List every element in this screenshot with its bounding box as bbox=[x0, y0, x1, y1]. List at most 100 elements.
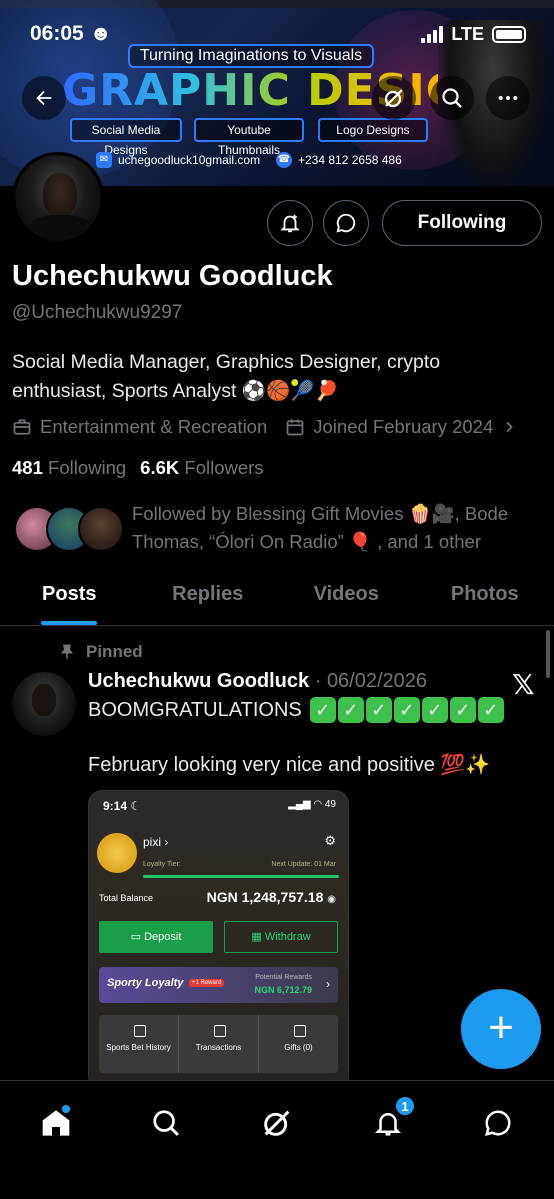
nav-home[interactable] bbox=[36, 1103, 76, 1143]
shot-loyalty-title: Sporty Loyalty bbox=[107, 977, 184, 989]
banner-phone-text: +234 812 2658 486 bbox=[298, 153, 402, 167]
followed-by-avatars[interactable] bbox=[14, 506, 124, 552]
profile-avatar[interactable] bbox=[12, 152, 104, 244]
check-mark-icon: ✓ bbox=[393, 697, 420, 723]
post-image[interactable]: 9:14 ☾ ▂▄▆ ◠ 49 pixi › ⚙ Loyalty Tier: N… bbox=[88, 790, 349, 1090]
chevron-right-icon: › bbox=[326, 977, 330, 991]
follow-counts: 481 Following 6.6K Followers bbox=[12, 457, 264, 479]
back-arrow-icon bbox=[36, 90, 52, 106]
shot-balance-value: NGN 1,248,757.18 ◉ bbox=[206, 889, 336, 905]
search-icon bbox=[153, 1110, 179, 1136]
shot-potential-label: Potential Rewards bbox=[255, 974, 312, 981]
shot-status-right: ▂▄▆ ◠ 49 bbox=[288, 799, 336, 810]
shot-link-gifts: Gifts (0) bbox=[259, 1015, 338, 1073]
profile-name: Uchechukwu Goodluck bbox=[12, 260, 333, 292]
shot-progress-bar bbox=[143, 875, 339, 878]
nav-grok[interactable] bbox=[257, 1103, 297, 1143]
avatar-face bbox=[43, 173, 77, 217]
pinned-label: Pinned bbox=[86, 642, 143, 661]
banner-email: ✉ uchegoodluck10gmail.com bbox=[96, 152, 260, 168]
post-line-2: February looking very nice and positive … bbox=[88, 754, 491, 776]
banner-service-pill: Social Media Designs bbox=[70, 118, 182, 157]
status-time: 06:05 ☻ bbox=[30, 22, 112, 45]
shot-link-bet-history: Sports Bet History bbox=[99, 1015, 179, 1073]
nav-search[interactable] bbox=[146, 1103, 186, 1143]
shot-username: pixi › bbox=[143, 835, 169, 849]
post-author-avatar[interactable] bbox=[12, 672, 76, 736]
post-author-name: Uchechukwu Goodluck bbox=[88, 670, 310, 692]
withdraw-icon: ▦ bbox=[251, 931, 262, 943]
search-icon bbox=[442, 88, 462, 108]
message-button[interactable] bbox=[323, 200, 369, 246]
post-line-1: BOOMGRATULATIONS ✓ ✓ ✓ ✓ ✓ ✓ ✓ bbox=[88, 697, 504, 723]
shot-loyalty-tier: Loyalty Tier: bbox=[143, 861, 181, 868]
tab-videos[interactable]: Videos bbox=[277, 564, 416, 625]
back-button[interactable] bbox=[22, 76, 66, 120]
search-button[interactable] bbox=[430, 76, 474, 120]
shot-withdraw-button: ▦ Withdraw bbox=[224, 921, 338, 953]
tab-replies[interactable]: Replies bbox=[139, 564, 278, 625]
battery-icon bbox=[492, 26, 526, 43]
shot-deposit-button: ▭ Deposit bbox=[99, 921, 213, 953]
post-header[interactable]: Uchechukwu Goodluck · 06/02/2026 bbox=[88, 670, 427, 693]
banner-email-text: uchegoodluck10gmail.com bbox=[118, 153, 261, 167]
check-mark-icon: ✓ bbox=[309, 697, 336, 723]
avatar-face bbox=[32, 684, 56, 716]
scrollbar[interactable] bbox=[546, 630, 550, 678]
notification-badge: 1 bbox=[394, 1095, 416, 1117]
compose-button[interactable]: + bbox=[461, 989, 541, 1069]
avatar bbox=[78, 506, 124, 552]
post-line-1-text: BOOMGRATULATIONS bbox=[88, 698, 302, 721]
check-mark-icon: ✓ bbox=[337, 697, 364, 723]
network-type: LTE bbox=[451, 24, 484, 44]
check-mark-icon: ✓ bbox=[421, 697, 448, 723]
profile-tabs: Posts Replies Videos Photos bbox=[0, 564, 554, 626]
pin-icon bbox=[61, 644, 73, 659]
shot-avatar bbox=[97, 833, 137, 873]
grok-button[interactable] bbox=[372, 76, 416, 120]
tab-posts[interactable]: Posts bbox=[0, 564, 139, 625]
following-button[interactable]: Following bbox=[382, 200, 542, 246]
nav-messages[interactable] bbox=[478, 1103, 518, 1143]
signal-icon bbox=[421, 26, 444, 43]
shot-quick-links: Sports Bet History Transactions Gifts (0… bbox=[99, 1015, 338, 1073]
following-count-link[interactable]: 481 Following bbox=[12, 457, 126, 479]
notifications-toggle-button[interactable] bbox=[267, 200, 313, 246]
grok-icon bbox=[264, 1110, 290, 1136]
wallet-icon: ▭ bbox=[130, 931, 142, 943]
shot-potential-value: NGN 6,712.79 bbox=[254, 985, 312, 995]
more-button[interactable] bbox=[486, 76, 530, 120]
nav-notifications[interactable]: 1 bbox=[368, 1095, 416, 1143]
profile-handle: @Uchechukwu9297 bbox=[12, 302, 183, 323]
tab-photos[interactable]: Photos bbox=[416, 564, 554, 625]
profile-joined: Joined February 2024 bbox=[313, 416, 494, 437]
mail-icon: ✉ bbox=[96, 152, 112, 168]
bell-plus-icon bbox=[280, 214, 300, 233]
x-logo-icon: 𝕏 bbox=[512, 668, 535, 701]
profile-meta[interactable]: Entertainment & Recreation Joined Februa… bbox=[12, 416, 517, 438]
banner-service-pill: Youtube Thumbnails bbox=[194, 118, 304, 157]
grok-icon bbox=[384, 89, 403, 108]
shot-time: 9:14 ☾ bbox=[103, 799, 142, 813]
status-right: LTE bbox=[421, 24, 526, 45]
shot-balance-label: Total Balance bbox=[99, 893, 154, 903]
shot-link-transactions: Transactions bbox=[179, 1015, 259, 1073]
chat-bubble-icon bbox=[484, 1110, 511, 1137]
banner-phone: ☎ +234 812 2658 486 bbox=[276, 152, 402, 168]
smile-icon: ☻ bbox=[89, 22, 112, 45]
avatar-shoulders bbox=[27, 215, 93, 241]
more-icon bbox=[498, 95, 518, 101]
phone-icon: ☎ bbox=[276, 152, 292, 168]
eye-icon: ◉ bbox=[327, 894, 336, 905]
chat-bubble-icon bbox=[336, 213, 356, 233]
followers-count-link[interactable]: 6.6K Followers bbox=[140, 457, 263, 479]
status-bar: 06:05 ☻ LTE bbox=[0, 0, 554, 60]
post-date: 06/02/2026 bbox=[326, 670, 428, 692]
shot-next-update: Next Update: 01 Mar bbox=[271, 861, 336, 868]
followed-by-text[interactable]: Followed by Blessing Gift Movies 🍿🎥, Bod… bbox=[132, 500, 542, 556]
check-mark-icon: ✓ bbox=[449, 697, 476, 723]
shot-reward-badge: +1 Reward bbox=[189, 979, 225, 987]
check-mark-icon: ✓ bbox=[477, 697, 504, 723]
gear-icon: ⚙ bbox=[324, 833, 336, 848]
briefcase-icon bbox=[13, 419, 31, 435]
